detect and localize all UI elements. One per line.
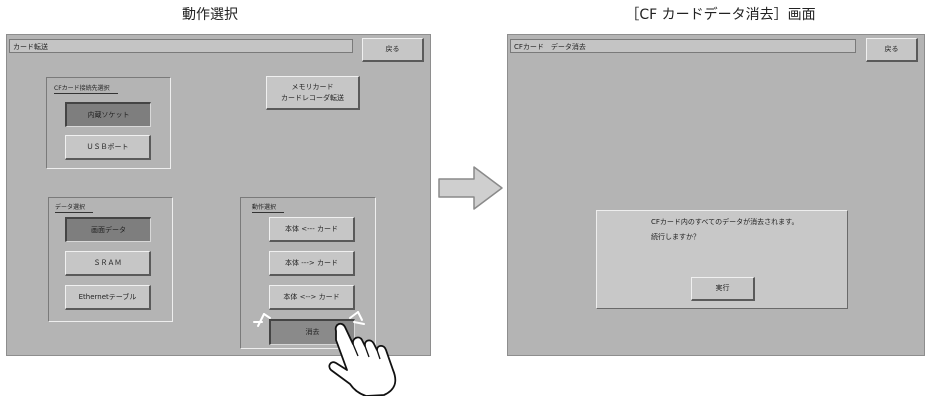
dialog-message-line1: CFカード内のすべてのデータが消去されます。 <box>651 218 799 226</box>
screen-data-button[interactable]: 画面データ <box>65 217 151 242</box>
right-screen: CFカード データ消去 戻る CFカード内のすべてのデータが消去されます。 続行… <box>507 34 925 356</box>
right-arrow-icon <box>438 166 503 210</box>
sram-button[interactable]: ＳＲＡＭ <box>65 251 151 276</box>
execute-button[interactable]: 実行 <box>691 277 755 301</box>
data-select-group-label: データ選択 <box>55 203 94 213</box>
erase-button[interactable]: 消去 <box>269 319 355 345</box>
screen-title: CFカード データ消去 <box>510 39 856 53</box>
ethernet-table-button[interactable]: Ethernetテーブル <box>65 285 151 310</box>
memory-card-transfer-button[interactable]: メモリカード カードレコーダ転送 <box>266 76 360 110</box>
dialog-message-line2: 続行しますか？ <box>651 233 700 241</box>
left-screen: カード転送 戻る CFカード接続先選択 内蔵ソケット ＵＳＢポート メモリカード… <box>6 34 431 356</box>
erase-confirm-dialog: CFカード内のすべてのデータが消去されます。 続行しますか？ 実行 <box>596 210 848 309</box>
card-to-unit-button[interactable]: 本体 <--- カード <box>269 217 355 242</box>
memory-card-label-line1: メモリカード <box>291 83 334 91</box>
cf-card-group-label: CFカード接続先選択 <box>54 84 118 94</box>
internal-socket-button[interactable]: 内蔵ソケット <box>65 102 151 127</box>
unit-to-card-button[interactable]: 本体 ---> カード <box>269 251 355 276</box>
screen-title: カード転送 <box>9 39 353 53</box>
action-select-group-label: 動作選択 <box>252 203 285 213</box>
back-button[interactable]: 戻る <box>362 38 424 62</box>
back-button[interactable]: 戻る <box>866 38 918 62</box>
usb-port-button[interactable]: ＵＳＢポート <box>65 135 151 160</box>
right-caption: ［CF カードデータ消去］画面 <box>625 7 816 23</box>
compare-button[interactable]: 本体 <--> カード <box>269 285 355 310</box>
memory-card-label-line2: カードレコーダ転送 <box>281 93 344 102</box>
left-caption: 動作選択 <box>182 7 238 23</box>
